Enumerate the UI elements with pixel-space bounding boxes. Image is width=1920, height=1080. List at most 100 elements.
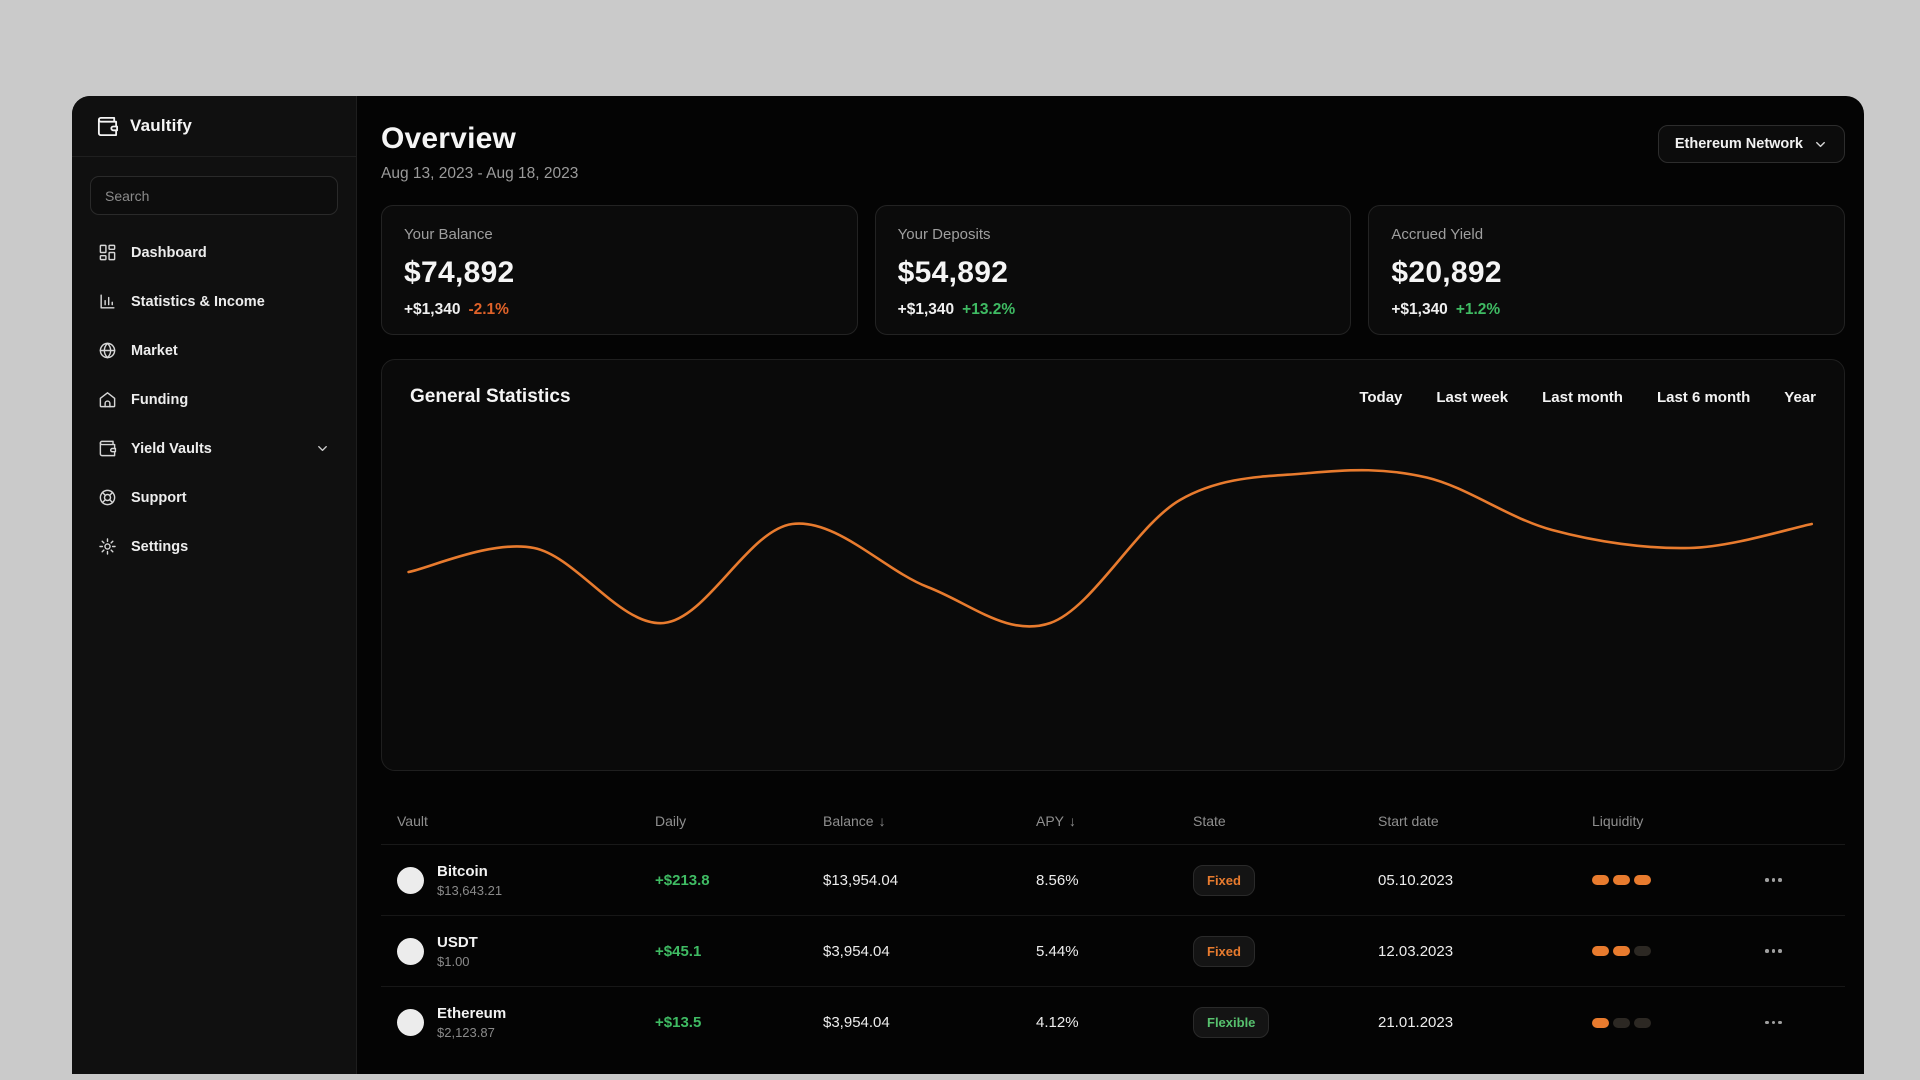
coin-avatar bbox=[397, 1009, 424, 1036]
sidebar-item-settings[interactable]: Settings bbox=[90, 522, 338, 571]
statistics-line bbox=[407, 468, 1814, 628]
vaults-table: Vault Daily Balance ↓ APY ↓ State Start da… bbox=[381, 797, 1845, 1058]
table-row-bitcoin[interactable]: Bitcoin $13,643.21 +$213.8 $13,954.04 8.… bbox=[381, 845, 1845, 916]
state-badge: Fixed bbox=[1193, 864, 1255, 896]
wallet-icon bbox=[98, 439, 117, 458]
sidebar-nav: Dashboard Statistics & Income Market Fun… bbox=[72, 228, 356, 571]
home-icon bbox=[98, 390, 117, 409]
state-badge: Flexible bbox=[1193, 1007, 1270, 1038]
sidebar-item-label: Dashboard bbox=[131, 244, 207, 261]
row-menu-button[interactable] bbox=[1765, 949, 1789, 953]
filter-last-week[interactable]: Last week bbox=[1436, 389, 1508, 406]
sidebar-item-label: Support bbox=[131, 489, 187, 506]
asset-price: $2,123.87 bbox=[437, 1025, 495, 1040]
coin-avatar bbox=[397, 937, 424, 965]
card-value: $74,892 bbox=[404, 256, 515, 289]
network-selector-button[interactable]: Ethereum Network bbox=[1657, 125, 1845, 163]
filter-today[interactable]: Today bbox=[1359, 389, 1402, 406]
card-value: $20,892 bbox=[1391, 256, 1502, 289]
sidebar-item-dashboard[interactable]: Dashboard bbox=[90, 228, 338, 277]
filter-last-month[interactable]: Last month bbox=[1542, 389, 1623, 406]
liquidity-indicator bbox=[1592, 875, 1765, 885]
apy-value: 4.12% bbox=[1036, 1014, 1079, 1031]
coin-avatar bbox=[397, 866, 424, 894]
network-selector-label: Ethereum Network bbox=[1674, 136, 1803, 152]
sidebar-item-label: Statistics & Income bbox=[131, 293, 265, 310]
balance-value: $3,954.04 bbox=[823, 942, 890, 960]
deposits-card: Your Deposits $54,892 +$1,340 +13.2% bbox=[874, 205, 1352, 335]
sidebar-item-label: Settings bbox=[131, 538, 189, 555]
column-header-start-date: Start date bbox=[1378, 812, 1439, 829]
wallet-logo-icon bbox=[96, 115, 119, 138]
card-label: Accrued Yield bbox=[1391, 226, 1484, 243]
sidebar-item-label: Market bbox=[131, 342, 178, 359]
column-header-apy[interactable]: APY ↓ bbox=[1036, 813, 1193, 829]
column-header-state: State bbox=[1193, 812, 1226, 829]
row-menu-button[interactable] bbox=[1765, 1020, 1789, 1025]
card-change-pct: +1.2% bbox=[1455, 301, 1501, 318]
search-box bbox=[90, 176, 338, 215]
column-header-vault: Vault bbox=[397, 812, 428, 829]
start-date: 21.01.2023 bbox=[1378, 1014, 1454, 1031]
asset-price: $13,643.21 bbox=[437, 882, 503, 898]
card-change-pct: +13.2% bbox=[962, 301, 1016, 318]
liquidity-indicator bbox=[1592, 946, 1765, 956]
statistics-chart bbox=[407, 468, 1814, 628]
sidebar-item-funding[interactable]: Funding bbox=[90, 375, 338, 424]
card-change: +$1,340 bbox=[1391, 301, 1448, 318]
brand: Vaultify bbox=[72, 96, 356, 157]
chart-time-filters: Today Last week Last month Last 6 month … bbox=[1359, 389, 1816, 406]
asset-name: Ethereum bbox=[437, 1005, 507, 1022]
card-change-pct: -2.1% bbox=[468, 301, 509, 318]
gear-icon bbox=[98, 537, 117, 556]
column-header-daily: Daily bbox=[655, 812, 687, 829]
sidebar-item-label: Yield Vaults bbox=[131, 440, 212, 457]
sort-down-icon: ↓ bbox=[878, 812, 886, 829]
general-statistics-panel: General Statistics Today Last week Last … bbox=[381, 359, 1845, 771]
sidebar-item-statistics-income[interactable]: Statistics & Income bbox=[90, 277, 338, 326]
balance-card: Your Balance $74,892 +$1,340 -2.1% bbox=[381, 205, 858, 335]
search-input[interactable] bbox=[91, 187, 337, 204]
daily-change: +$13.5 bbox=[655, 1014, 702, 1031]
daily-change: +$213.8 bbox=[655, 871, 710, 889]
card-label: Your Deposits bbox=[897, 226, 991, 243]
page-title: Overview bbox=[381, 122, 517, 155]
sidebar-item-market[interactable]: Market bbox=[90, 326, 338, 375]
card-label: Your Balance bbox=[404, 226, 493, 243]
accrued-yield-card: Accrued Yield $20,892 +$1,340 +1.2% bbox=[1368, 205, 1846, 335]
card-change: +$1,340 bbox=[404, 301, 461, 318]
chevron-down-icon[interactable] bbox=[315, 441, 330, 456]
table-header-row: Vault Daily Balance ↓ APY ↓ State Start da… bbox=[381, 797, 1845, 845]
main-content: Overview Aug 13, 2023 - Aug 18, 2023 Eth… bbox=[357, 96, 1864, 1074]
column-header-balance[interactable]: Balance ↓ bbox=[823, 813, 1036, 829]
column-header-liquidity: Liquidity bbox=[1592, 812, 1644, 829]
asset-name: USDT bbox=[437, 933, 478, 951]
start-date: 12.03.2023 bbox=[1378, 942, 1454, 960]
filter-last-6-month[interactable]: Last 6 month bbox=[1657, 389, 1750, 406]
filter-year[interactable]: Year bbox=[1784, 389, 1816, 406]
table-row-usdt[interactable]: USDT $1.00 +$45.1 $3,954.04 5.44% Fixed … bbox=[381, 916, 1845, 987]
state-badge: Fixed bbox=[1193, 935, 1255, 967]
date-range: Aug 13, 2023 - Aug 18, 2023 bbox=[381, 165, 579, 182]
asset-price: $1.00 bbox=[437, 953, 470, 969]
liquidity-indicator bbox=[1592, 1017, 1765, 1028]
apy-value: 5.44% bbox=[1036, 942, 1079, 960]
sidebar: Vaultify Dashboard Statisti bbox=[72, 96, 357, 1074]
sidebar-item-yield-vaults[interactable]: Yield Vaults bbox=[90, 424, 338, 473]
apy-value: 8.56% bbox=[1036, 871, 1079, 889]
start-date: 05.10.2023 bbox=[1378, 871, 1454, 889]
balance-value: $3,954.04 bbox=[823, 1014, 890, 1031]
balance-value: $13,954.04 bbox=[823, 871, 899, 889]
card-value: $54,892 bbox=[897, 256, 1009, 289]
dashboard-icon bbox=[98, 243, 117, 262]
table-row-ethereum[interactable]: Ethereum $2,123.87 +$13.5 $3,954.04 4.12… bbox=[381, 987, 1845, 1058]
sort-down-icon: ↓ bbox=[1069, 812, 1077, 829]
app-window: Vaultify Dashboard Statisti bbox=[72, 96, 1864, 1074]
chart-title: General Statistics bbox=[410, 386, 571, 407]
brand-name: Vaultify bbox=[130, 116, 193, 135]
row-menu-button[interactable] bbox=[1765, 878, 1789, 882]
sidebar-item-support[interactable]: Support bbox=[90, 473, 338, 522]
card-change: +$1,340 bbox=[897, 301, 955, 318]
bar-chart-icon bbox=[98, 292, 117, 311]
daily-change: +$45.1 bbox=[655, 942, 702, 960]
